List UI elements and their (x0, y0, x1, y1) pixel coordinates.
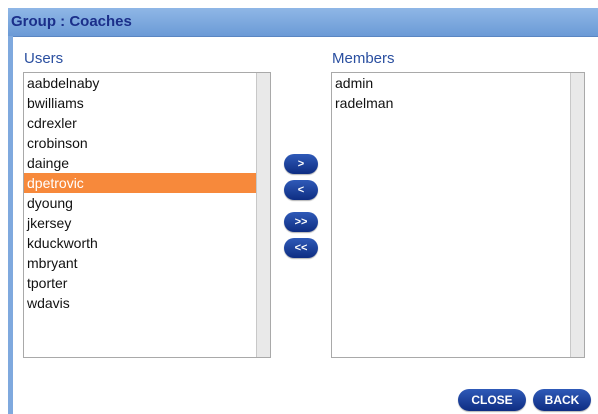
remove-selected-button[interactable]: < (284, 180, 318, 200)
users-list-item[interactable]: wdavis (24, 293, 270, 313)
users-list-item[interactable]: crobinson (24, 133, 270, 153)
group-dialog: Group : Coaches Users aabdelnaby bwilliam… (0, 0, 598, 414)
users-list-item[interactable]: kduckworth (24, 233, 270, 253)
dialog-left-border (8, 36, 13, 414)
users-listbox[interactable]: aabdelnaby bwilliams cdrexler crobinson dain… (23, 72, 271, 358)
remove-all-button[interactable]: << (284, 238, 318, 258)
users-label: Users (24, 50, 64, 67)
members-scrollbar[interactable] (570, 73, 584, 357)
members-label: Members (332, 50, 395, 67)
users-list-item[interactable]: dyoung (24, 193, 270, 213)
members-list: admin radelman (332, 73, 584, 113)
dialog-title: Group : Coaches (11, 13, 132, 30)
users-list-item[interactable]: aabdelnaby (24, 73, 270, 93)
users-list-item[interactable]: dpetrovic (24, 173, 270, 193)
users-list-item[interactable]: bwilliams (24, 93, 270, 113)
close-button[interactable]: CLOSE (458, 389, 526, 411)
users-list: aabdelnaby bwilliams cdrexler crobinson dain… (24, 73, 270, 313)
users-list-item[interactable]: jkersey (24, 213, 270, 233)
add-selected-button[interactable]: > (284, 154, 318, 174)
users-list-item[interactable]: dainge (24, 153, 270, 173)
members-list-item[interactable]: admin (332, 73, 584, 93)
add-all-button[interactable]: >> (284, 212, 318, 232)
dialog-header: Group : Coaches (8, 8, 598, 37)
back-button[interactable]: BACK (533, 389, 591, 411)
members-list-item[interactable]: radelman (332, 93, 584, 113)
users-scrollbar[interactable] (256, 73, 270, 357)
users-list-item[interactable]: mbryant (24, 253, 270, 273)
users-list-item[interactable]: cdrexler (24, 113, 270, 133)
members-listbox[interactable]: admin radelman (331, 72, 585, 358)
users-list-item[interactable]: tporter (24, 273, 270, 293)
